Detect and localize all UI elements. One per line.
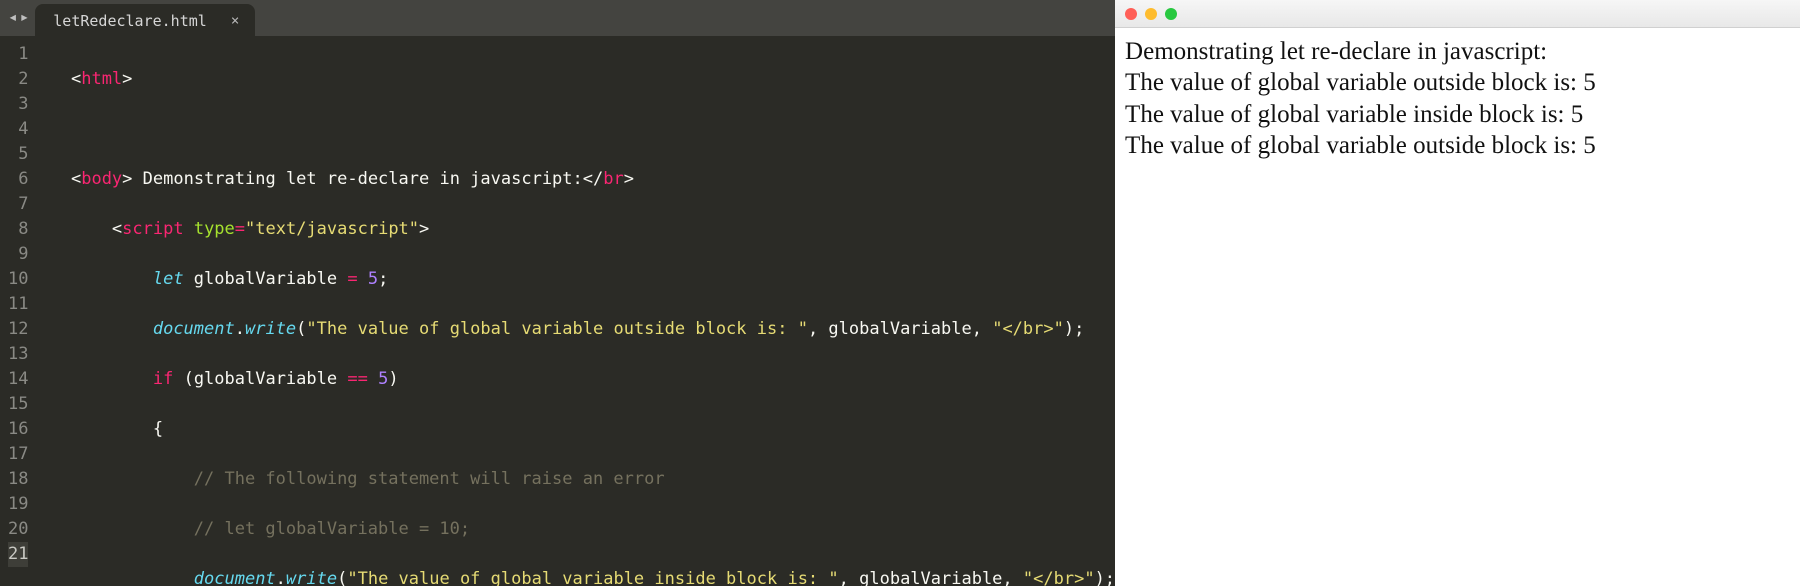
browser-window-chrome bbox=[1115, 0, 1800, 28]
line-number: 18 bbox=[8, 467, 28, 492]
code-token: ; bbox=[378, 269, 388, 289]
code-editor-pane: ◂ ▸ letRedeclare.html × 1234567891011121… bbox=[0, 0, 1115, 586]
code-token: 5 bbox=[368, 269, 378, 289]
code-token: // The following statement will raise an… bbox=[194, 469, 665, 489]
code-token: "</br>" bbox=[1023, 569, 1095, 586]
tab-filename: letRedeclare.html bbox=[53, 12, 207, 30]
code-token: type bbox=[194, 219, 235, 239]
code-token: { bbox=[153, 419, 163, 439]
window-close-icon[interactable] bbox=[1125, 8, 1137, 20]
code-token: > bbox=[122, 69, 132, 89]
line-number: 2 bbox=[8, 67, 28, 92]
code-token: > bbox=[419, 219, 429, 239]
code-token: "The value of global variable inside blo… bbox=[347, 569, 838, 586]
code-token: = bbox=[347, 269, 357, 289]
line-number: 1 bbox=[8, 42, 28, 67]
code-token: "The value of global variable outside bl… bbox=[306, 319, 808, 339]
code-token: < bbox=[71, 69, 81, 89]
code-token: == bbox=[347, 369, 367, 389]
line-number: 6 bbox=[8, 167, 28, 192]
line-number: 4 bbox=[8, 117, 28, 142]
code-token: write bbox=[286, 569, 337, 586]
window-minimize-icon[interactable] bbox=[1145, 8, 1157, 20]
line-number: 20 bbox=[8, 517, 28, 542]
code-token: ( bbox=[337, 569, 347, 586]
code-token: "text/javascript" bbox=[245, 219, 419, 239]
code-token: . bbox=[235, 319, 245, 339]
line-number-gutter: 123456789101112131415161718192021 bbox=[0, 36, 38, 586]
line-number: 13 bbox=[8, 342, 28, 367]
browser-preview-pane: Demonstrating let re-declare in javascri… bbox=[1115, 0, 1800, 586]
line-number: 19 bbox=[8, 492, 28, 517]
code-token: script bbox=[122, 219, 183, 239]
code-token: html bbox=[81, 69, 122, 89]
line-number: 16 bbox=[8, 417, 28, 442]
code-token: > bbox=[122, 169, 132, 189]
code-token: ( bbox=[173, 369, 193, 389]
code-token: , bbox=[972, 319, 992, 339]
code-token: ) bbox=[388, 369, 398, 389]
line-number: 7 bbox=[8, 192, 28, 217]
line-number: 5 bbox=[8, 142, 28, 167]
tab-nav-arrows: ◂ ▸ bbox=[6, 0, 35, 36]
code-token: document bbox=[194, 569, 276, 586]
code-token: globalVariable bbox=[194, 369, 348, 389]
output-line: Demonstrating let re-declare in javascri… bbox=[1125, 36, 1790, 67]
code-token: . bbox=[276, 569, 286, 586]
line-number: 21 bbox=[8, 542, 28, 567]
code-token: // let globalVariable = 10; bbox=[194, 519, 470, 539]
code-area: 123456789101112131415161718192021 <html>… bbox=[0, 36, 1115, 586]
code-token: > bbox=[624, 169, 634, 189]
line-number: 10 bbox=[8, 267, 28, 292]
code-token: = bbox=[235, 219, 245, 239]
code-token bbox=[358, 269, 368, 289]
line-number: 15 bbox=[8, 392, 28, 417]
code-token: globalVariable bbox=[184, 269, 348, 289]
code-token: br bbox=[603, 169, 623, 189]
code-token: document bbox=[153, 319, 235, 339]
code-token: , bbox=[1002, 569, 1022, 586]
tab-bar: ◂ ▸ letRedeclare.html × bbox=[0, 0, 1115, 36]
line-number: 14 bbox=[8, 367, 28, 392]
code-token bbox=[368, 369, 378, 389]
browser-body: Demonstrating let re-declare in javascri… bbox=[1115, 28, 1800, 169]
code-token: , bbox=[808, 319, 828, 339]
code-token: let bbox=[153, 269, 184, 289]
nav-back-icon[interactable]: ◂ bbox=[8, 7, 18, 26]
nav-forward-icon[interactable]: ▸ bbox=[20, 7, 30, 26]
code-token: write bbox=[245, 319, 296, 339]
code-token: , bbox=[839, 569, 859, 586]
code-token: Demonstrating let re-declare in javascri… bbox=[132, 169, 582, 189]
code-token: if bbox=[153, 369, 173, 389]
code-token: ( bbox=[296, 319, 306, 339]
code-token: < bbox=[112, 219, 122, 239]
code-token: globalVariable bbox=[859, 569, 1002, 586]
window-zoom-icon[interactable] bbox=[1165, 8, 1177, 20]
code-token: </ bbox=[583, 169, 603, 189]
code-content[interactable]: <html> <body> Demonstrating let re-decla… bbox=[38, 36, 1115, 586]
file-tab[interactable]: letRedeclare.html × bbox=[35, 4, 255, 38]
line-number: 11 bbox=[8, 292, 28, 317]
output-line: The value of global variable outside blo… bbox=[1125, 67, 1790, 98]
code-token: globalVariable bbox=[828, 319, 971, 339]
line-number: 12 bbox=[8, 317, 28, 342]
code-token: ); bbox=[1064, 319, 1084, 339]
code-token: 5 bbox=[378, 369, 388, 389]
line-number: 3 bbox=[8, 92, 28, 117]
code-token: ); bbox=[1095, 569, 1115, 586]
code-token: body bbox=[81, 169, 122, 189]
code-token: "</br>" bbox=[992, 319, 1064, 339]
output-line: The value of global variable outside blo… bbox=[1125, 130, 1790, 161]
output-line: The value of global variable inside bloc… bbox=[1125, 99, 1790, 130]
line-number: 8 bbox=[8, 217, 28, 242]
line-number: 9 bbox=[8, 242, 28, 267]
code-token: < bbox=[71, 169, 81, 189]
line-number: 17 bbox=[8, 442, 28, 467]
close-icon[interactable]: × bbox=[231, 13, 239, 29]
